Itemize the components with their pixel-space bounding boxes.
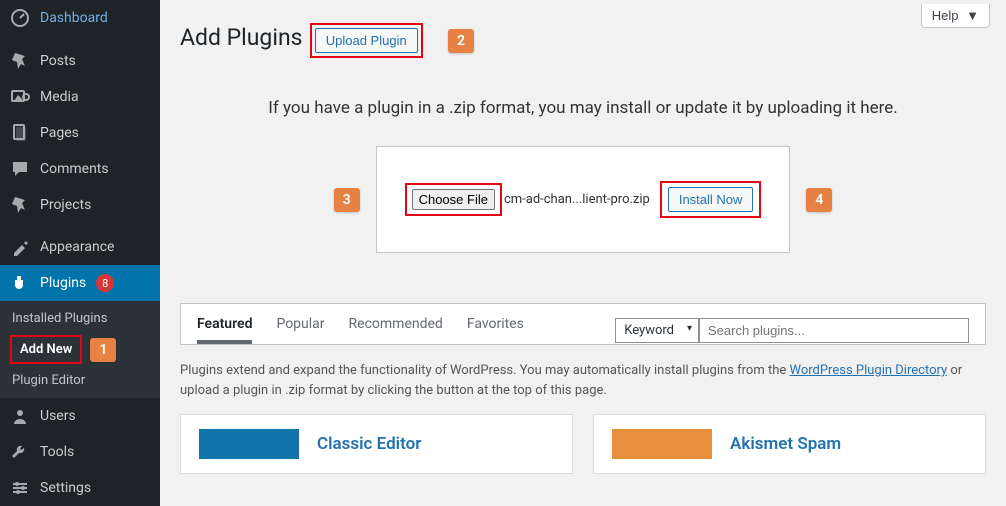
upload-plugin-button[interactable]: Upload Plugin xyxy=(315,28,418,53)
plugin-card[interactable]: Classic Editor xyxy=(180,414,573,474)
update-badge: 8 xyxy=(96,274,114,292)
tab-favorites[interactable]: Favorites xyxy=(467,316,524,344)
sidebar-label: Pages xyxy=(40,125,79,141)
tab-featured[interactable]: Featured xyxy=(197,316,252,344)
tools-icon xyxy=(10,442,30,462)
users-icon xyxy=(10,406,30,426)
plugins-description: Plugins extend and expand the functional… xyxy=(180,361,986,400)
sidebar-item-comments[interactable]: Comments xyxy=(0,151,160,187)
upload-description: If you have a plugin in a .zip format, y… xyxy=(180,98,986,118)
pages-icon xyxy=(10,123,30,143)
sidebar-item-projects[interactable]: Projects xyxy=(0,187,160,223)
annotation-1: 1 xyxy=(90,338,116,362)
submenu-plugin-editor[interactable]: Plugin Editor xyxy=(0,367,160,394)
sidebar-label: Comments xyxy=(40,161,109,177)
sidebar-label: Tools xyxy=(40,444,74,460)
plugin-card[interactable]: Akismet Spam xyxy=(593,414,986,474)
sidebar-item-plugins[interactable]: Plugins 8 xyxy=(0,265,160,301)
sidebar-label: Appearance xyxy=(40,239,114,255)
pin-icon xyxy=(10,51,30,71)
pin-icon xyxy=(10,195,30,215)
sidebar-label: Posts xyxy=(40,53,76,69)
sidebar-label: Settings xyxy=(40,480,91,496)
tab-recommended[interactable]: Recommended xyxy=(349,316,443,344)
submenu-installed-plugins[interactable]: Installed Plugins xyxy=(0,305,160,332)
sidebar-label: Media xyxy=(40,89,79,105)
plugin-directory-link[interactable]: WordPress Plugin Directory xyxy=(789,363,947,378)
search-plugins-input[interactable] xyxy=(699,318,969,343)
choose-file-button[interactable]: Choose File xyxy=(412,189,495,210)
annotation-4: 4 xyxy=(806,188,832,212)
sidebar-item-users[interactable]: Users xyxy=(0,398,160,434)
admin-sidebar: Dashboard Posts Media Pages Comments Pro… xyxy=(0,0,160,506)
upload-form: Choose File cm-ad-chan...lient-pro.zip I… xyxy=(376,146,791,253)
sidebar-item-tools[interactable]: Tools xyxy=(0,434,160,470)
sidebar-label: Users xyxy=(40,408,76,424)
search-type-select[interactable]: Keyword ▾ xyxy=(615,318,699,343)
plugin-title: Classic Editor xyxy=(317,434,421,454)
help-button[interactable]: Help ▼ xyxy=(921,4,990,28)
sidebar-label: Dashboard xyxy=(40,10,108,26)
sidebar-item-settings[interactable]: Settings xyxy=(0,470,160,506)
annotation-2: 2 xyxy=(448,29,474,53)
media-icon xyxy=(10,87,30,107)
main-content: Help ▼ Add Plugins Upload Plugin 2 If yo… xyxy=(160,0,1006,506)
sidebar-item-appearance[interactable]: Appearance xyxy=(0,229,160,265)
sidebar-item-media[interactable]: Media xyxy=(0,79,160,115)
selected-filename: cm-ad-chan...lient-pro.zip xyxy=(504,192,650,207)
sidebar-plugins-submenu: Installed Plugins Add New 1 Plugin Edito… xyxy=(0,301,160,398)
submenu-add-new[interactable]: Add New xyxy=(14,338,78,361)
upload-panel: If you have a plugin in a .zip format, y… xyxy=(180,98,986,253)
annotation-3: 3 xyxy=(334,188,360,212)
settings-icon xyxy=(10,478,30,498)
sidebar-item-pages[interactable]: Pages xyxy=(0,115,160,151)
browse-panel: Featured Popular Recommended Favorites K… xyxy=(180,303,986,345)
sidebar-label: Projects xyxy=(40,197,91,213)
plugin-thumb xyxy=(612,429,712,459)
tab-popular[interactable]: Popular xyxy=(276,316,324,344)
plugin-thumb xyxy=(199,429,299,459)
chevron-down-icon: ▾ xyxy=(687,323,692,334)
chevron-down-icon: ▼ xyxy=(966,8,979,23)
plugin-title: Akismet Spam xyxy=(730,434,841,454)
sidebar-item-posts[interactable]: Posts xyxy=(0,43,160,79)
sidebar-label: Plugins xyxy=(40,275,86,291)
page-title: Add Plugins xyxy=(180,24,303,51)
sidebar-item-dashboard[interactable]: Dashboard xyxy=(0,0,160,36)
dashboard-icon xyxy=(10,8,30,28)
install-now-button[interactable]: Install Now xyxy=(668,187,754,212)
filter-tabs: Featured Popular Recommended Favorites xyxy=(197,316,524,344)
comment-icon xyxy=(10,159,30,179)
appearance-icon xyxy=(10,237,30,257)
plugin-icon xyxy=(10,273,30,293)
